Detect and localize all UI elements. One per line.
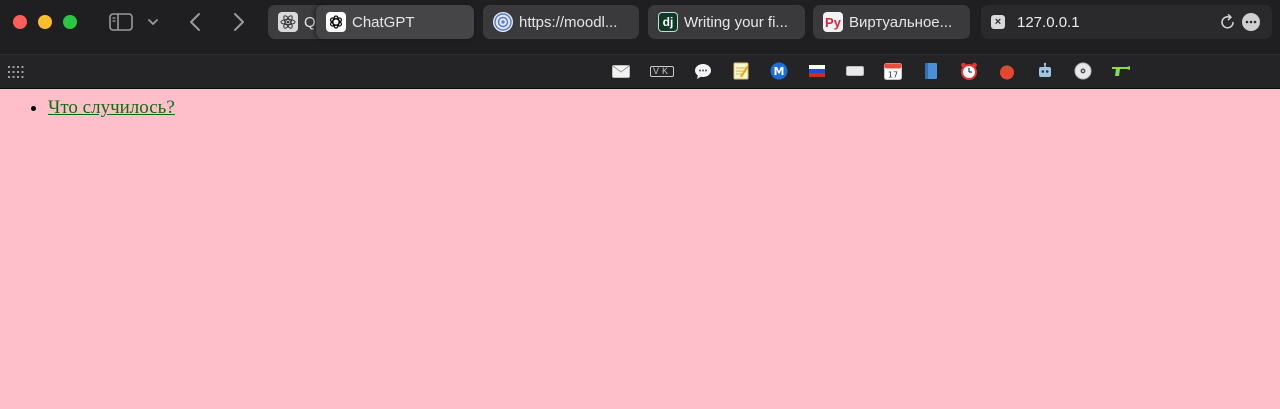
address-bar[interactable]: × 127.0.0.1 xyxy=(981,5,1272,39)
chat-bubble-icon[interactable] xyxy=(693,61,713,81)
url-text: 127.0.0.1 xyxy=(1017,13,1080,31)
apps-grid-icon[interactable] xyxy=(8,65,24,83)
tab-label: Виртуальное... xyxy=(849,13,953,31)
tab-chatgpt[interactable]: ChatGPT xyxy=(316,5,474,39)
keyboard-icon[interactable] xyxy=(845,61,865,81)
tab-virtual[interactable]: Py Виртуальное... xyxy=(813,5,970,39)
back-icon[interactable] xyxy=(184,10,206,34)
chevron-down-icon[interactable] xyxy=(145,10,161,34)
reload-icon[interactable] xyxy=(1220,13,1236,36)
russia-flag-icon[interactable] xyxy=(807,61,827,81)
svg-text:M: M xyxy=(774,65,785,78)
tab-moodle[interactable]: https://moodl... xyxy=(483,5,639,39)
more-options-icon[interactable] xyxy=(1242,13,1260,31)
tomato-icon[interactable] xyxy=(997,61,1017,81)
tab-label: ChatGPT xyxy=(352,13,415,31)
minimize-window-button[interactable] xyxy=(38,15,52,29)
title-bar: Q ChatGPT https://moodl... dj Writing yo… xyxy=(0,0,1280,44)
vk-icon[interactable]: VK xyxy=(649,61,675,81)
mail-icon[interactable] xyxy=(611,61,631,81)
what-happened-link[interactable]: Что случилось? xyxy=(48,97,175,118)
tab-label: https://moodl... xyxy=(519,13,618,31)
robot-icon[interactable] xyxy=(1035,61,1055,81)
tab-label: Writing your fi... xyxy=(684,13,788,31)
disc-icon[interactable] xyxy=(1073,61,1093,81)
forward-icon[interactable] xyxy=(228,10,250,34)
page-content: Что случилось? xyxy=(0,89,1280,409)
ru-logo-icon: Py xyxy=(823,12,843,32)
link-list: Что случилось? xyxy=(0,97,1280,119)
moodle-icon xyxy=(493,12,513,32)
close-tab-icon[interactable]: × xyxy=(991,15,1005,29)
m-logo-icon[interactable]: M xyxy=(769,61,789,81)
atom-icon xyxy=(278,12,298,32)
sidebar-toggle-icon[interactable] xyxy=(108,10,134,34)
notes-icon[interactable] xyxy=(731,61,751,81)
book-icon[interactable] xyxy=(921,61,941,81)
tab-label: Q xyxy=(304,13,316,31)
openai-icon xyxy=(326,12,346,32)
django-icon: dj xyxy=(658,12,678,32)
alarm-clock-icon[interactable] xyxy=(959,61,979,81)
tab-django[interactable]: dj Writing your fi... xyxy=(648,5,805,39)
water-gun-icon[interactable] xyxy=(1111,61,1131,81)
list-item: Что случилось? xyxy=(48,97,1280,119)
calendar-icon[interactable]: 17 xyxy=(883,61,903,81)
close-window-button[interactable] xyxy=(13,15,27,29)
zoom-window-button[interactable] xyxy=(63,15,77,29)
svg-text:17: 17 xyxy=(888,71,898,80)
browser-chrome: Q ChatGPT https://moodl... dj Writing yo… xyxy=(0,0,1280,89)
